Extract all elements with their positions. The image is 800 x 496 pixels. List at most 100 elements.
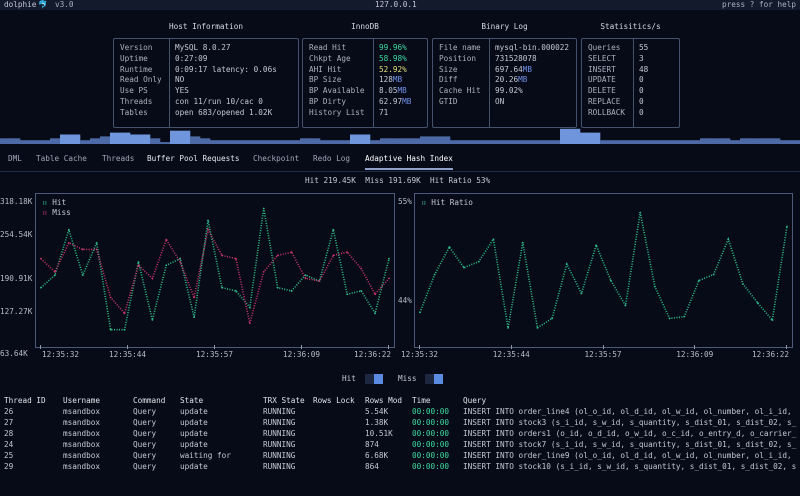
- table-cell: RUNNING: [263, 462, 295, 473]
- field-label: INSERT: [588, 64, 616, 74]
- value-column: 99.96% 58.98% 52.92% 128MB 8.05MB 62.97MB 71: [379, 43, 411, 119]
- legend-marker-icon: ⠶: [42, 208, 53, 217]
- column-header[interactable]: Thread ID: [4, 396, 46, 407]
- tab-adaptive-hash-index[interactable]: Adaptive Hash Index: [365, 154, 453, 170]
- data-point: [624, 304, 627, 307]
- binlog-panel: File name Position Size Diff Cache Hit GTID my…: [432, 38, 577, 128]
- value-text: 20.26: [495, 75, 519, 85]
- activity-bar: [330, 140, 341, 144]
- table-row[interactable]: 26 msandbox Query update RUNNING 5.54K 00:00:0…: [0, 407, 800, 418]
- activity-bar: [200, 138, 211, 144]
- tab-threads[interactable]: Threads: [102, 154, 134, 165]
- field-value: 8.05MB: [379, 86, 411, 97]
- field-label: Runtime: [120, 64, 153, 74]
- tab-checkpoint[interactable]: Checkpoint: [253, 154, 299, 165]
- field-value: 20.26MB: [495, 75, 569, 86]
- activity-bar: [90, 138, 101, 144]
- cell-text: 24: [4, 440, 14, 449]
- tab-buffer-pool-requests[interactable]: Buffer Pool Requests: [147, 154, 240, 165]
- table-cell: 29: [4, 462, 13, 473]
- host-address: 127.0.0.1: [375, 0, 417, 9]
- column-header[interactable]: TRX State: [263, 396, 305, 407]
- tab-redo-log[interactable]: Redo Log: [313, 154, 350, 165]
- table-cell: RUNNING: [263, 407, 295, 418]
- table-row[interactable]: 28 msandbox Query update RUNNING 10.51K 00:00:…: [0, 429, 800, 440]
- data-point: [771, 319, 774, 321]
- activity-bar: [320, 140, 331, 144]
- cell-text: 1.38K: [365, 418, 389, 427]
- table-cell: 00:00:00: [412, 451, 449, 462]
- table-cell: 874: [365, 440, 379, 451]
- toggle-miss-switch[interactable]: [425, 374, 443, 384]
- cell-text: Query: [133, 462, 157, 471]
- binlog-title: Binary Log: [481, 22, 528, 31]
- toggle-hit-switch[interactable]: [365, 374, 383, 384]
- column-header[interactable]: Time: [412, 396, 431, 407]
- host-info-title: Host Information: [168, 22, 244, 31]
- field-label: Queries: [588, 43, 621, 52]
- column-header[interactable]: Username: [63, 396, 100, 407]
- table-cell: RUNNING: [263, 418, 295, 429]
- column-header[interactable]: Rows Lock: [313, 396, 355, 407]
- summary-miss: Miss 191.69K: [365, 176, 421, 185]
- column-header[interactable]: Rows Mod: [365, 396, 402, 407]
- data-point: [109, 296, 112, 299]
- value-text: ON: [495, 96, 505, 106]
- header-bar: dolphie 🐬 v3.0 127.0.0.1 press ? for hel…: [0, 0, 800, 10]
- table-row[interactable]: 25 msandbox Query waiting for RUNNING 6.68K 00…: [0, 451, 800, 462]
- table-cell: 6.68K: [365, 451, 388, 462]
- data-point: [151, 277, 154, 280]
- data-point: [374, 312, 376, 315]
- activity-bar: [650, 140, 661, 144]
- activity-sparkline: [0, 128, 800, 144]
- activity-bar: [760, 138, 771, 144]
- field-label: Uptime: [120, 53, 148, 63]
- value-text: con 11/run 10/cac 0: [175, 96, 263, 106]
- y-tick-label: 55%: [398, 197, 412, 206]
- table-cell: waiting for: [180, 451, 231, 462]
- data-point: [668, 317, 671, 320]
- x-tick: [214, 345, 215, 349]
- column-header[interactable]: State: [180, 396, 203, 407]
- activity-bar: [630, 140, 641, 144]
- table-cell: update: [180, 407, 208, 418]
- activity-bar: [230, 140, 241, 144]
- field-label: BP Size: [309, 75, 342, 85]
- series-line-miss: [40, 227, 390, 324]
- column-header[interactable]: Query: [463, 396, 486, 407]
- data-point: [290, 251, 293, 254]
- data-point: [276, 254, 279, 257]
- data-point: [727, 238, 730, 241]
- data-point: [433, 273, 436, 276]
- value-text: MySQL 8.0.27: [175, 43, 231, 52]
- field-value: 71: [379, 108, 411, 119]
- cell-text: 27: [4, 418, 14, 427]
- activity-bar: [600, 140, 611, 144]
- cell-text: update: [180, 418, 208, 427]
- table-cell: Query: [133, 418, 156, 429]
- table-row[interactable]: 27 msandbox Query update RUNNING 1.38K 00:00:0…: [0, 418, 800, 429]
- panel-divider: [373, 39, 374, 127]
- table-cell: 864: [365, 462, 379, 473]
- data-point: [123, 328, 126, 331]
- activity-bar: [730, 140, 741, 144]
- series-line-hit: [40, 208, 390, 331]
- data-point: [742, 283, 744, 285]
- x-tick-label: 12:35:44: [109, 350, 147, 359]
- tab-dml[interactable]: DML: [8, 154, 22, 165]
- column-header[interactable]: Command: [133, 396, 165, 407]
- help-hint[interactable]: press ? for help: [722, 0, 796, 11]
- data-point: [360, 290, 363, 292]
- table-row[interactable]: 24 msandbox Query update RUNNING 874 00:00:00 I…: [0, 440, 800, 451]
- value-text: 55: [639, 43, 649, 52]
- data-point: [507, 326, 509, 329]
- field-value: 0:27:09: [175, 54, 277, 65]
- activity-bar: [340, 140, 351, 144]
- tab-table-cache[interactable]: Table Cache: [36, 154, 87, 165]
- cell-text: RUNNING: [263, 462, 296, 471]
- table-cell: 00:00:00: [412, 429, 449, 440]
- panel-divider: [633, 39, 634, 127]
- field-label: UPDATE: [588, 75, 616, 85]
- table-row[interactable]: 29 msandbox Query update RUNNING 864 00:00:00 I…: [0, 462, 800, 473]
- field-label: Read Only: [120, 75, 162, 85]
